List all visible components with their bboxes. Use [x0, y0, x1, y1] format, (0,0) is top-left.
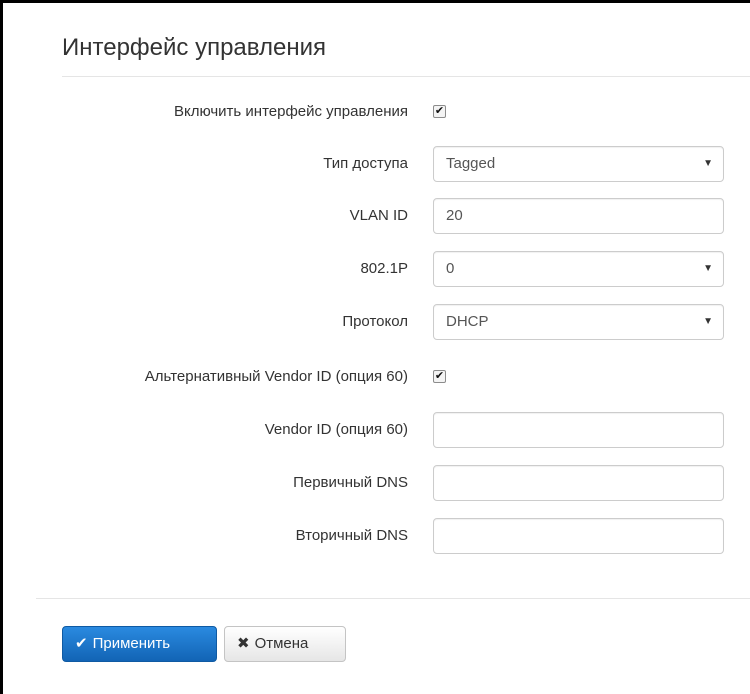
row-dns2: Вторичный DNS — [0, 518, 750, 554]
vlan-id-label: VLAN ID — [349, 207, 408, 224]
page-title: Интерфейс управления — [62, 34, 326, 61]
dns2-input[interactable] — [433, 518, 724, 554]
apply-button-label: Применить — [92, 635, 171, 652]
dns1-label: Первичный DNS — [293, 474, 408, 491]
close-icon: ✖ — [237, 635, 250, 652]
cancel-button-label: Отмена — [254, 635, 309, 652]
protocol-label: Протокол — [342, 313, 408, 330]
enable-mgmt-checkbox[interactable]: ✔ — [433, 105, 446, 118]
row-alt-vendor: Альтернативный Vendor ID (опция 60) ✔ — [0, 359, 750, 395]
vendor-id-input[interactable] — [433, 412, 724, 448]
row-8021p: 802.1P 0 ▼ — [0, 251, 750, 287]
access-type-label: Тип доступа — [323, 155, 408, 172]
row-access-type: Тип доступа Tagged ▼ — [0, 146, 750, 182]
alt-vendor-checkbox[interactable]: ✔ — [433, 370, 446, 383]
8021p-label: 802.1P — [360, 260, 408, 277]
access-type-select[interactable]: Tagged ▼ — [433, 146, 724, 182]
alt-vendor-label: Альтернативный Vendor ID (опция 60) — [144, 368, 408, 385]
row-protocol: Протокол DHCP ▼ — [0, 304, 750, 340]
chevron-down-icon: ▼ — [703, 316, 713, 327]
dns1-input[interactable] — [433, 465, 724, 501]
8021p-select[interactable]: 0 ▼ — [433, 251, 724, 287]
8021p-value: 0 — [446, 260, 455, 277]
check-icon: ✔ — [75, 635, 88, 652]
title-divider — [62, 76, 750, 77]
vlan-id-value: 20 — [446, 207, 463, 224]
apply-button[interactable]: ✔ Применить — [62, 626, 217, 662]
row-vendor-id: Vendor ID (опция 60) — [0, 412, 750, 448]
footer-divider — [36, 598, 750, 599]
row-vlan-id: VLAN ID 20 — [0, 198, 750, 234]
row-dns1: Первичный DNS — [0, 465, 750, 501]
cancel-button[interactable]: ✖ Отмена — [224, 626, 346, 662]
vendor-id-label: Vendor ID (опция 60) — [264, 421, 408, 438]
row-enable-mgmt: Включить интерфейс управления ✔ — [0, 94, 750, 130]
chevron-down-icon: ▼ — [703, 263, 713, 274]
protocol-value: DHCP — [446, 313, 489, 330]
enable-mgmt-label: Включить интерфейс управления — [173, 103, 408, 120]
vlan-id-input[interactable]: 20 — [433, 198, 724, 234]
access-type-value: Tagged — [446, 155, 496, 172]
protocol-select[interactable]: DHCP ▼ — [433, 304, 724, 340]
chevron-down-icon: ▼ — [703, 158, 713, 169]
dns2-label: Вторичный DNS — [295, 527, 408, 544]
